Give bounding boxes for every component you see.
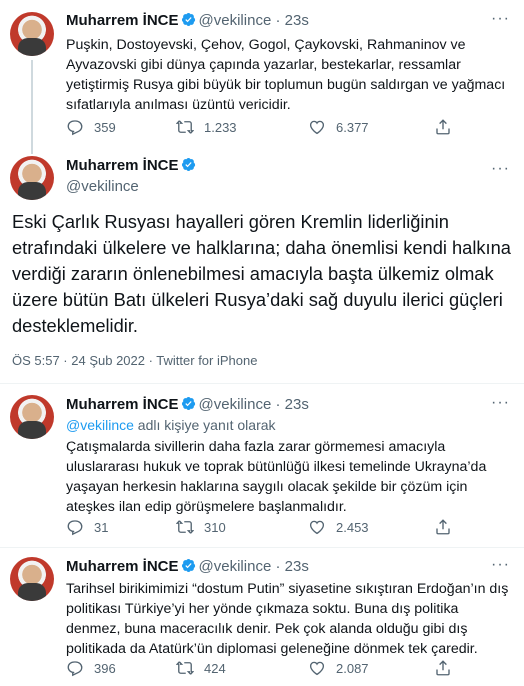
tweet-actions: 359 1.233 6.377 — [66, 118, 462, 136]
retweet-count: 310 — [204, 519, 226, 535]
avatar[interactable] — [10, 156, 54, 200]
like-count: 2.087 — [336, 660, 369, 676]
share-button[interactable] — [434, 659, 462, 677]
reply-count: 396 — [94, 660, 116, 676]
reply-button[interactable]: 31 — [66, 518, 176, 536]
reply-mention-link[interactable]: @vekilince — [66, 417, 134, 433]
avatar[interactable] — [10, 12, 54, 56]
author-handle[interactable]: @vekilince — [66, 178, 139, 195]
separator-dot: · — [271, 396, 285, 413]
separator-dot: · — [271, 12, 285, 29]
tweet-timestamp[interactable]: ÖS 5:57 · 24 Şub 2022 · Twitter for iPho… — [12, 353, 257, 368]
separator-dot: · — [271, 558, 285, 575]
more-icon[interactable]: ··· — [491, 394, 510, 412]
share-icon — [434, 659, 452, 677]
more-icon[interactable]: ··· — [491, 160, 510, 178]
retweet-count: 1.233 — [204, 119, 237, 135]
author-handle[interactable]: @vekilince — [199, 558, 272, 575]
divider — [0, 383, 524, 384]
tweet-text: Puşkin, Dostoyevski, Çehov, Gogol, Çayko… — [66, 37, 506, 113]
author-name[interactable]: Muharrem İNCE — [66, 396, 179, 413]
retweet-icon — [176, 118, 194, 136]
like-icon — [308, 118, 326, 136]
reply-suffix: adlı kişiye yanıt olarak — [133, 417, 276, 433]
like-count: 2.453 — [336, 519, 369, 535]
verified-badge-icon — [181, 396, 196, 411]
avatar[interactable] — [10, 557, 54, 601]
reply-button[interactable]: 359 — [66, 118, 176, 136]
more-icon[interactable]: ··· — [491, 10, 510, 28]
tweet-time[interactable]: 23s — [285, 12, 309, 29]
avatar[interactable] — [10, 395, 54, 439]
verified-badge-icon — [181, 12, 196, 27]
share-icon — [434, 118, 452, 136]
retweet-button[interactable]: 1.233 — [176, 118, 308, 136]
divider — [0, 547, 524, 548]
reply-count: 31 — [94, 519, 109, 535]
reply-button[interactable]: 396 — [66, 659, 176, 677]
retweet-button[interactable]: 424 — [176, 659, 308, 677]
author-name[interactable]: Muharrem İNCE — [66, 157, 179, 174]
tweet-actions: 396 424 2.087 — [66, 659, 462, 677]
tweet-actions: 31 310 2.453 — [66, 518, 462, 536]
retweet-icon — [176, 659, 194, 677]
like-button[interactable]: 2.087 — [308, 659, 434, 677]
thread-line — [31, 60, 33, 154]
like-icon — [308, 518, 326, 536]
author-handle[interactable]: @vekilince — [199, 12, 272, 29]
retweet-icon — [176, 518, 194, 536]
tweet-text: Çatışmalarda sivillerin daha fazla zarar… — [66, 439, 487, 515]
tweet-time[interactable]: 23s — [285, 396, 309, 413]
author-name[interactable]: Muharrem İNCE — [66, 558, 179, 575]
share-icon — [434, 518, 452, 536]
retweet-button[interactable]: 310 — [176, 518, 308, 536]
replying-to: @vekilince adlı kişiye yanıt olarak — [66, 417, 276, 433]
verified-badge-icon — [181, 558, 196, 573]
tweet-text: Eski Çarlık Rusyası hayalleri gören Krem… — [12, 211, 511, 336]
share-button[interactable] — [434, 518, 462, 536]
author-name[interactable]: Muharrem İNCE — [66, 12, 179, 29]
reply-count: 359 — [94, 119, 116, 135]
reply-icon — [66, 518, 84, 536]
like-icon — [308, 659, 326, 677]
like-button[interactable]: 2.453 — [308, 518, 434, 536]
like-button[interactable]: 6.377 — [308, 118, 434, 136]
tweet-text: Tarihsel birikimimizi “dostum Putin” siy… — [66, 581, 509, 657]
more-icon[interactable]: ··· — [491, 556, 510, 574]
like-count: 6.377 — [336, 119, 369, 135]
retweet-count: 424 — [204, 660, 226, 676]
author-handle[interactable]: @vekilince — [199, 396, 272, 413]
verified-badge-icon — [181, 157, 196, 172]
share-button[interactable] — [434, 118, 462, 136]
tweet-time[interactable]: 23s — [285, 558, 309, 575]
reply-icon — [66, 118, 84, 136]
reply-icon — [66, 659, 84, 677]
